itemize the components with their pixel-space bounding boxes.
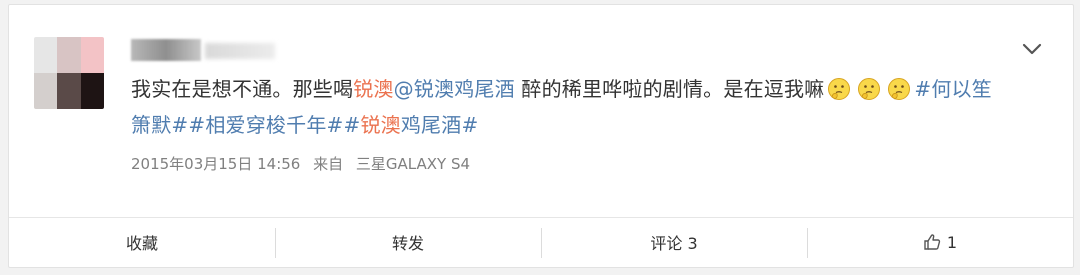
post-date[interactable]: 2015年03月15日 14:56 (131, 155, 300, 173)
topic-link[interactable]: #相爱穿梭千年# (188, 113, 343, 137)
post-meta: 2015年03月15日 14:56 来自 三星GALAXY S4 (131, 153, 478, 174)
post-link[interactable]: 鸡尾酒# (401, 113, 479, 137)
thinking-emoji-icon (827, 76, 851, 100)
favorite-button[interactable]: 收藏 (9, 218, 275, 266)
repost-label: 转发 (391, 234, 424, 253)
like-button[interactable]: 1 (807, 218, 1073, 266)
post-content: 我实在是想不通。那些喝锐澳@锐澳鸡尾酒 醉的稀里哗啦的剧情。是在逗我嘛 #何以笙箫… (131, 71, 1011, 143)
post-link[interactable]: 鸡尾酒 (454, 77, 515, 101)
avatar[interactable] (34, 37, 104, 109)
mention-link[interactable]: @锐澳 (394, 77, 455, 101)
weibo-post-card: 我实在是想不通。那些喝锐澳@锐澳鸡尾酒 醉的稀里哗啦的剧情。是在逗我嘛 #何以笙箫… (8, 4, 1074, 268)
chevron-down-icon[interactable] (1021, 41, 1043, 57)
repost-button[interactable]: 转发 (275, 218, 541, 266)
post-text: 我实在是想不通。那些喝 (131, 77, 354, 101)
post-source[interactable]: 三星GALAXY S4 (356, 155, 470, 173)
comment-button[interactable]: 评论 3 (541, 218, 807, 266)
thinking-emoji-icon (887, 76, 911, 100)
like-count: 1 (946, 232, 958, 252)
username-blurred[interactable] (131, 39, 281, 63)
keyword-highlight[interactable]: 锐澳 (360, 113, 400, 137)
thinking-emoji-icon (857, 76, 881, 100)
topic-link[interactable]: # (343, 113, 360, 137)
thumbs-up-icon (924, 234, 941, 250)
source-prefix: 来自 (313, 155, 344, 173)
keyword-highlight[interactable]: 锐澳 (353, 77, 393, 101)
action-bar: 收藏 转发 评论 3 1 (9, 217, 1073, 266)
post-text: 醉的稀里哗啦的剧情。是在逗我嘛 (514, 77, 825, 101)
favorite-label: 收藏 (125, 234, 158, 253)
comment-label: 评论 3 (650, 234, 698, 253)
